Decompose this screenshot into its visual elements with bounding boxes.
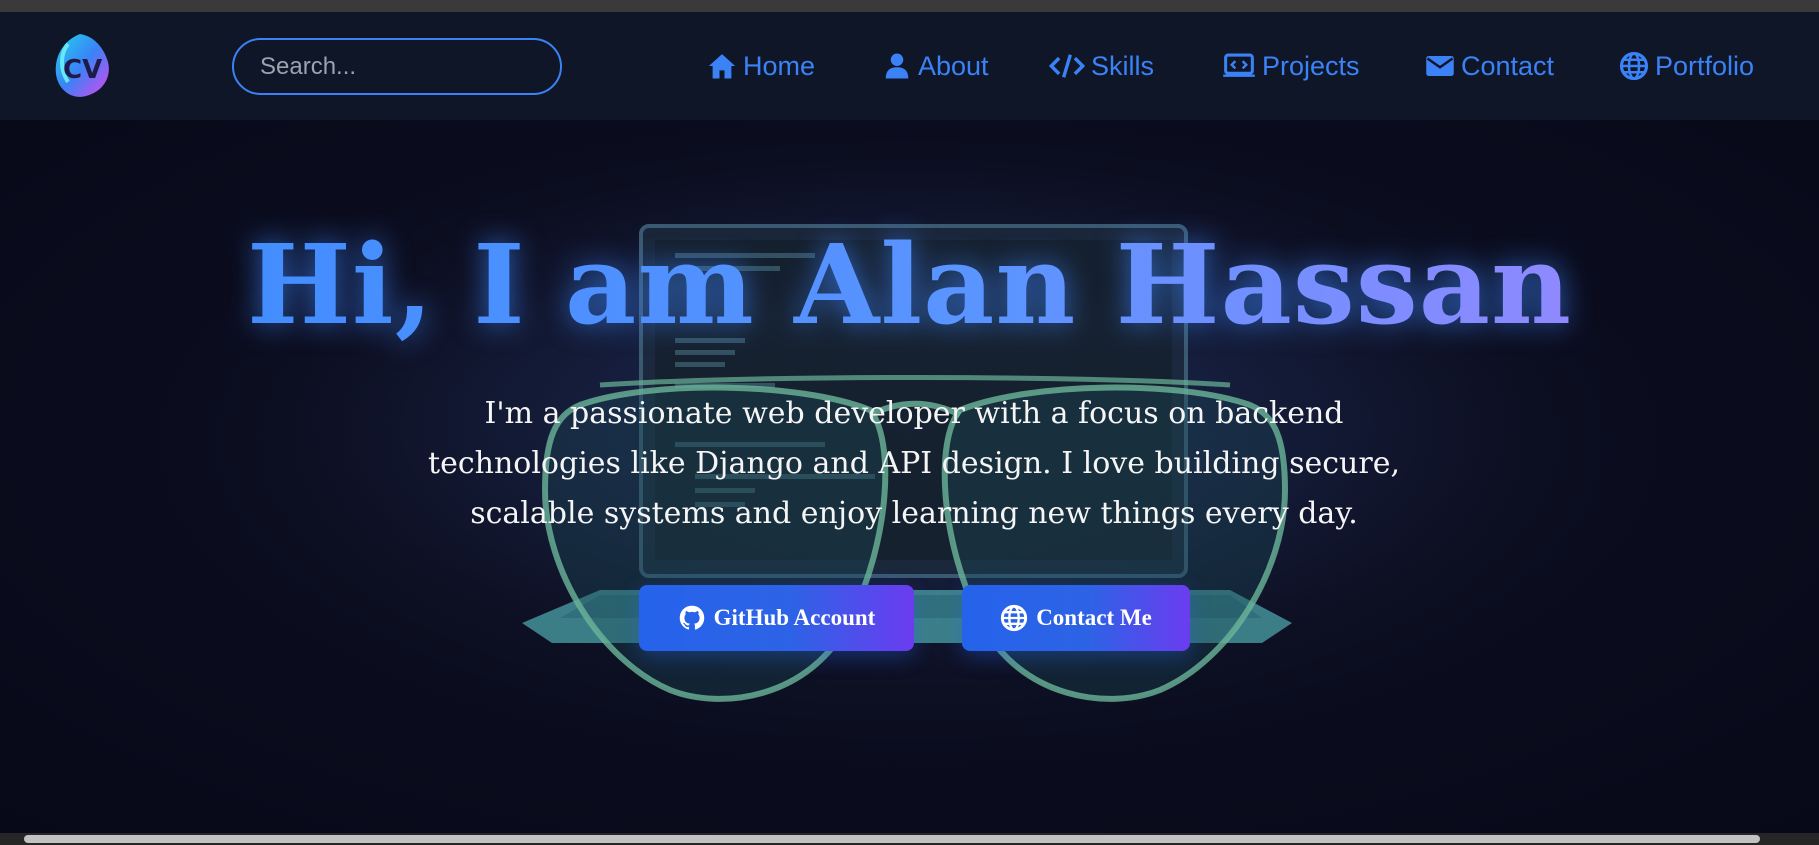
github-account-button[interactable]: GitHub Account bbox=[639, 585, 914, 651]
nav-about[interactable]: About bbox=[882, 48, 989, 84]
cv-logo-icon: CV bbox=[55, 34, 109, 97]
envelope-icon bbox=[1426, 56, 1454, 76]
github-account-label: GitHub Account bbox=[713, 605, 876, 630]
contact-me-button[interactable]: Contact Me bbox=[962, 585, 1190, 651]
nav-projects[interactable]: Projects bbox=[1222, 48, 1360, 84]
search-input[interactable] bbox=[232, 38, 562, 95]
nav-portfolio-label: Portfolio bbox=[1655, 50, 1755, 81]
nav-home[interactable]: Home bbox=[707, 48, 815, 84]
code-icon bbox=[1049, 54, 1085, 78]
svg-text:CV: CV bbox=[63, 55, 102, 85]
nav-about-label: About bbox=[918, 50, 989, 81]
hero-description: I'm a passionate web developer with a fo… bbox=[428, 396, 1400, 531]
nav-skills-label: Skills bbox=[1091, 50, 1155, 81]
nav-home-label: Home bbox=[743, 50, 816, 81]
github-icon bbox=[679, 605, 704, 630]
globe-icon bbox=[1619, 51, 1649, 81]
user-icon bbox=[885, 53, 909, 79]
nav-contact-label: Contact bbox=[1461, 50, 1555, 81]
globe-icon bbox=[1001, 604, 1028, 632]
laptop-code-icon bbox=[1223, 53, 1255, 77]
hero-section: Hi, I am Alan Hassan I'm a passionate we… bbox=[0, 120, 1819, 833]
scrollbar-thumb[interactable] bbox=[24, 835, 1760, 843]
home-icon bbox=[708, 54, 736, 79]
nav-skills[interactable]: Skills bbox=[1049, 48, 1154, 84]
nav-contact[interactable]: Contact bbox=[1425, 48, 1554, 84]
contact-me-label: Contact Me bbox=[1036, 605, 1152, 630]
nav-projects-label: Projects bbox=[1262, 50, 1360, 81]
navbar: CV Home About Skills Projects Contact Po… bbox=[0, 12, 1819, 120]
logo[interactable]: CV bbox=[50, 30, 114, 102]
hero-title: Hi, I am Alan Hassan bbox=[0, 220, 1819, 350]
horizontal-scrollbar[interactable] bbox=[0, 833, 1819, 845]
window-top-strip bbox=[0, 0, 1819, 12]
nav-portfolio[interactable]: Portfolio bbox=[1619, 48, 1754, 84]
